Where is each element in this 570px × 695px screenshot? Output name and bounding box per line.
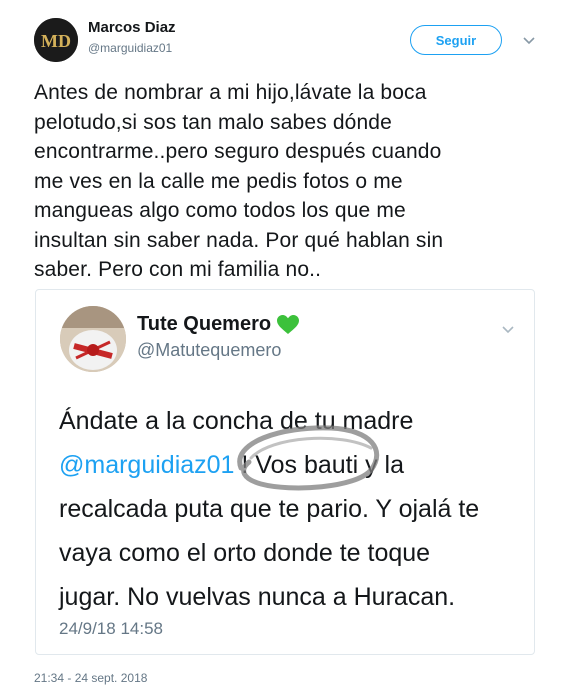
- tweet-line: mangueas algo como todos los que me: [34, 199, 406, 222]
- tweet-line: insultan sin saber nada. Por qué hablan …: [34, 228, 444, 252]
- quoted-line-rest: ! Vos bauti y la: [234, 451, 405, 479]
- green-heart-icon: [277, 315, 299, 334]
- quoted-name[interactable]: Tute Quemero: [137, 313, 271, 336]
- quoted-line: recalcada puta que te pario. Y ojalá te: [59, 495, 480, 523]
- chevron-down-icon[interactable]: [501, 322, 515, 336]
- chevron-down-icon[interactable]: [522, 33, 536, 47]
- author-handle[interactable]: @marguidiaz01: [88, 41, 172, 55]
- quoted-line: jugar. No vuelvas nunca a Huracan.: [59, 583, 456, 611]
- quoted-handle[interactable]: @Matutequemero: [137, 340, 281, 361]
- quoted-line: Ándate a la concha de tu madre: [59, 407, 414, 435]
- tweet-line: encontrarme..pero seguro después cuando: [34, 140, 442, 163]
- follow-button[interactable]: Seguir: [410, 25, 502, 55]
- tweet-line: pelotudo,si sos tan malo sabes dónde: [34, 110, 392, 134]
- quoted-tweet-card[interactable]: Tute Quemero @Matutequemero Ándate a la …: [35, 289, 535, 655]
- svg-text:MD: MD: [41, 31, 71, 51]
- tweet-line: me ves en la calle me pedis fotos o me: [34, 169, 403, 193]
- tweet-line: Antes de nombrar a mi hijo,lávate la boc…: [34, 81, 427, 104]
- quoted-date: 24/9/18 14:58: [59, 619, 163, 638]
- author-name[interactable]: Marcos Diaz: [88, 19, 176, 36]
- quoted-line: vaya como el orto donde te toque: [59, 539, 431, 567]
- quoted-line: @marguidiaz01 ! Vos bauti y la: [59, 443, 529, 487]
- mention-link[interactable]: @marguidiaz01: [59, 451, 234, 479]
- quoted-avatar[interactable]: [60, 306, 126, 372]
- quoted-text: Ándate a la concha de tu madre @marguidi…: [59, 399, 529, 619]
- tweet-timestamp[interactable]: 21:34 - 24 sept. 2018: [34, 671, 147, 685]
- tweet-line: saber. Pero con mi familia no..: [34, 258, 322, 281]
- tweet-text: Antes de nombrar a mi hijo,lávate la boc…: [34, 78, 534, 285]
- author-avatar[interactable]: MD: [34, 18, 78, 62]
